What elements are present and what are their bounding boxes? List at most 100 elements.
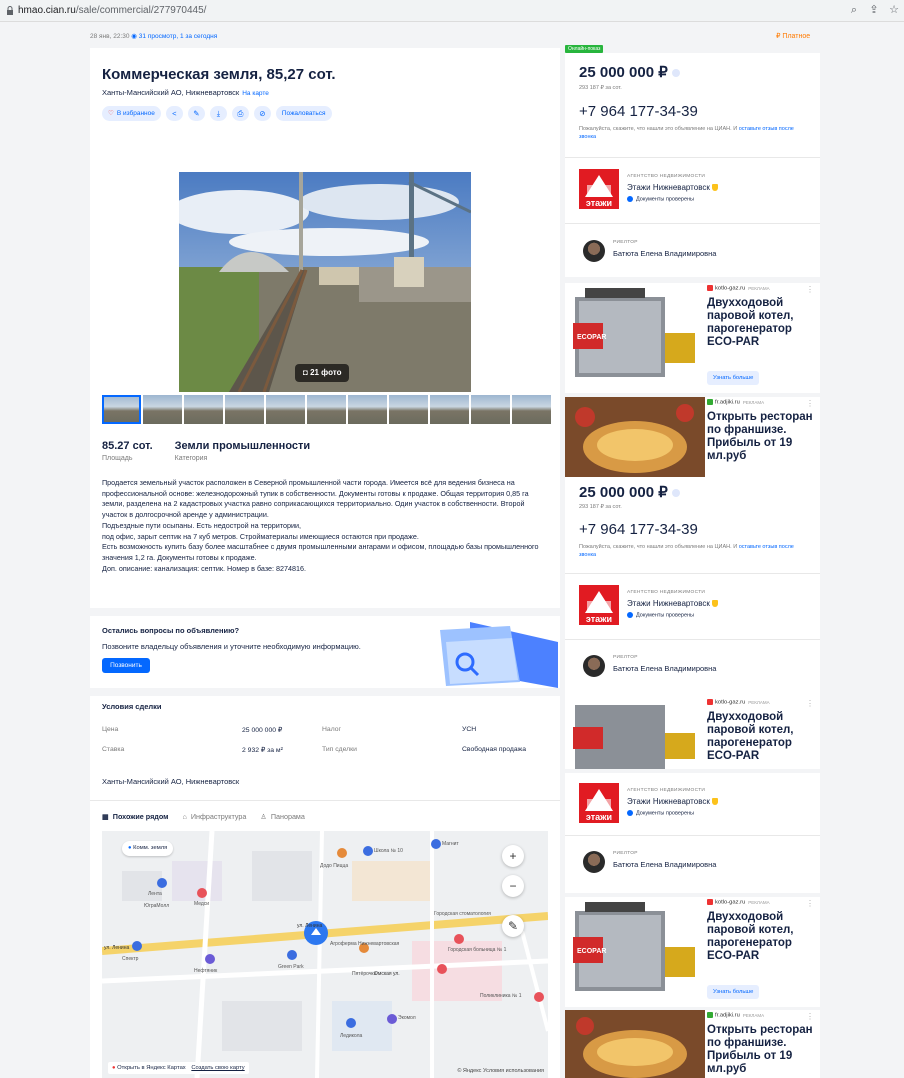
food-image bbox=[565, 1010, 705, 1078]
realtor-name[interactable]: Батюта Елена Владимировна bbox=[613, 249, 716, 258]
share-icon[interactable]: ⇪ bbox=[868, 4, 880, 16]
agency-name[interactable]: Этажи Нижневартовск bbox=[627, 797, 718, 806]
boiler-image: ECOPAR bbox=[565, 283, 705, 393]
thumbnail[interactable] bbox=[430, 395, 469, 424]
tab-similar-nearby[interactable]: ▦ Похожие рядом bbox=[102, 812, 168, 821]
price-info-icon[interactable] bbox=[671, 69, 680, 78]
download-icon: ⤓ bbox=[216, 109, 221, 118]
agency-card: этажи АГЕНТСТВО НЕДВИЖИМОСТИ Этажи Нижне… bbox=[565, 773, 820, 893]
thumbnail[interactable] bbox=[184, 395, 223, 424]
more-options-icon[interactable]: ⋮ bbox=[806, 899, 814, 908]
more-options-icon[interactable]: ⋮ bbox=[806, 285, 814, 294]
print-icon: ⎙ bbox=[237, 109, 244, 118]
thumbnail[interactable] bbox=[266, 395, 305, 424]
ad-source: kotlo-gaz.ru РЕКЛАМА bbox=[707, 699, 770, 706]
ruler-icon: ✎ bbox=[507, 919, 519, 933]
thumbnail[interactable] bbox=[307, 395, 346, 424]
map-filter-chip[interactable]: ● Комм. земля bbox=[122, 841, 174, 856]
favicon-icon bbox=[707, 285, 713, 291]
more-options-icon[interactable]: ⋮ bbox=[806, 1012, 814, 1021]
thumbnail[interactable] bbox=[389, 395, 428, 424]
url-host: hmao.cian.ru bbox=[18, 5, 76, 16]
learn-more-button[interactable]: Узнать больше bbox=[707, 985, 760, 999]
poi-label: Пятёрочка bbox=[352, 971, 377, 977]
create-map-link[interactable]: Создать свою карту bbox=[191, 1065, 244, 1071]
agency-logo[interactable]: этажи bbox=[579, 585, 619, 625]
share-button[interactable]: < bbox=[165, 106, 183, 121]
fact-area: 85.27 сот. Площадь bbox=[102, 440, 153, 462]
on-map-link[interactable]: На карте bbox=[242, 90, 269, 97]
site-info-icon[interactable] bbox=[6, 6, 14, 15]
favicon-icon bbox=[707, 399, 713, 405]
agency-type: АГЕНТСТВО НЕДВИЖИМОСТИ bbox=[627, 788, 706, 793]
bookmark-star-icon[interactable]: ☆ bbox=[888, 4, 900, 16]
thumbnail[interactable] bbox=[512, 395, 551, 424]
photo-count-badge[interactable]: ◘ 21 фото bbox=[295, 364, 350, 382]
poi-label: Спектр bbox=[122, 956, 139, 962]
map[interactable]: ул. Ленина ул. Ленина Омская ул. Лента Ю… bbox=[102, 831, 548, 1078]
ad-restaurant[interactable]: fr.adjiki.ru РЕКЛАМА ⋮ Открыть ресторан п… bbox=[565, 1010, 820, 1078]
note-button[interactable]: ✎ bbox=[187, 106, 205, 121]
agency-logo-text: этажи bbox=[586, 812, 612, 822]
zoom-out-button[interactable]: − bbox=[502, 875, 524, 897]
url-text[interactable]: hmao.cian.ru/sale/commercial/277970445/ bbox=[18, 5, 206, 16]
ad-headline: Двухходовой паровой котел, парогенератор… bbox=[707, 711, 794, 762]
thumbnail[interactable] bbox=[225, 395, 264, 424]
ad-headline: Двухходовой паровой котел, парогенератор… bbox=[707, 911, 794, 962]
ad-boiler[interactable]: ECOPAR kotlo-gaz.ru РЕКЛАМА ⋮ Двухходовой… bbox=[565, 897, 820, 1007]
camera-icon: ◘ bbox=[303, 368, 311, 377]
more-options-icon[interactable]: ⋮ bbox=[806, 399, 814, 408]
agency-logo[interactable]: этажи bbox=[579, 169, 619, 209]
views-link[interactable]: 31 просмотр, 1 за сегодня bbox=[139, 33, 217, 40]
thumbnail[interactable] bbox=[143, 395, 182, 424]
region-text: Ханты-Мансийский АО, Нижневартовск bbox=[102, 777, 240, 786]
map-terms[interactable]: © Яндекс Условия использования bbox=[457, 1068, 544, 1074]
favorite-button[interactable]: ♡ В избранное bbox=[102, 106, 161, 121]
thumbnail[interactable] bbox=[102, 395, 141, 424]
tab-panorama[interactable]: ♙ Панорама bbox=[260, 812, 305, 821]
ad-restaurant[interactable]: fr.adjiki.ru РЕКЛАМА ⋮ Открыть ресторан п… bbox=[565, 397, 820, 477]
ad-source: kotlo-gaz.ru РЕКЛАМА bbox=[707, 899, 770, 906]
open-yandex-maps-link[interactable]: ● Открыть в Яндекс Картах Создать свою к… bbox=[108, 1062, 249, 1074]
browser-url-bar[interactable]: hmao.cian.ru/sale/commercial/277970445/ … bbox=[0, 0, 904, 22]
poi-label: Школа № 10 bbox=[374, 848, 403, 854]
street-label: ул. Ленина bbox=[297, 923, 323, 929]
photo-image bbox=[179, 172, 471, 392]
contact-card-sticky: 25 000 000 ₽ 293 187 ₽ за сот. +7 964 17… bbox=[565, 477, 820, 697]
deal-terms-title: Условия сделки bbox=[102, 702, 162, 711]
call-button[interactable]: Позвонить bbox=[102, 658, 150, 673]
ad-boiler[interactable]: kotlo-gaz.ru РЕКЛАМА ⋮ Двухходовой парово… bbox=[565, 697, 820, 769]
print-button[interactable]: ⎙ bbox=[231, 106, 249, 121]
complain-button[interactable]: Пожаловаться bbox=[275, 106, 332, 121]
more-options-icon[interactable]: ⋮ bbox=[806, 699, 814, 708]
price-info-icon[interactable] bbox=[671, 489, 680, 498]
phone-number[interactable]: +7 964 177-34-39 bbox=[579, 103, 698, 120]
phone-number[interactable]: +7 964 177-34-39 bbox=[579, 521, 698, 538]
realtor-name[interactable]: Батюта Елена Владимировна bbox=[613, 664, 716, 673]
download-button[interactable]: ⤓ bbox=[209, 106, 227, 121]
realtor-avatar[interactable] bbox=[583, 851, 605, 873]
thumbnail[interactable] bbox=[348, 395, 387, 424]
realtor-avatar[interactable] bbox=[583, 240, 605, 262]
divider bbox=[565, 835, 820, 836]
zoom-icon[interactable]: ⌕ bbox=[848, 4, 860, 16]
paid-label: ₽ Платное bbox=[776, 33, 811, 40]
realtor-avatar[interactable] bbox=[583, 655, 605, 677]
agency-logo[interactable]: этажи bbox=[579, 783, 619, 823]
agency-name[interactable]: Этажи Нижневартовск bbox=[627, 183, 718, 192]
learn-more-button[interactable]: Узнать больше bbox=[707, 371, 760, 385]
ruler-button[interactable]: ✎ bbox=[502, 915, 524, 937]
thumbnail[interactable] bbox=[471, 395, 510, 424]
realtor-name[interactable]: Батюта Елена Владимировна bbox=[613, 860, 716, 869]
favicon-icon bbox=[707, 1012, 713, 1018]
main-photo[interactable]: ◘ 21 фото bbox=[179, 172, 471, 392]
hide-button[interactable]: ⊘ bbox=[253, 106, 271, 121]
agency-name[interactable]: Этажи Нижневартовск bbox=[627, 599, 718, 608]
poi-label: ЮграМолл bbox=[144, 903, 170, 909]
questions-title: Остались вопросы по объявлению? bbox=[102, 626, 240, 635]
poi-label: Додо Пицца bbox=[320, 863, 349, 869]
zoom-in-button[interactable]: + bbox=[502, 845, 524, 867]
tab-infrastructure[interactable]: ⌂ Инфраструктура bbox=[182, 812, 246, 821]
map-tabs: ▦ Похожие рядом ⌂ Инфраструктура ♙ Панорама bbox=[102, 812, 305, 821]
ad-boiler[interactable]: ECOPAR kotlo-gaz.ru РЕКЛАМА ⋮ Двухходовой… bbox=[565, 283, 820, 393]
